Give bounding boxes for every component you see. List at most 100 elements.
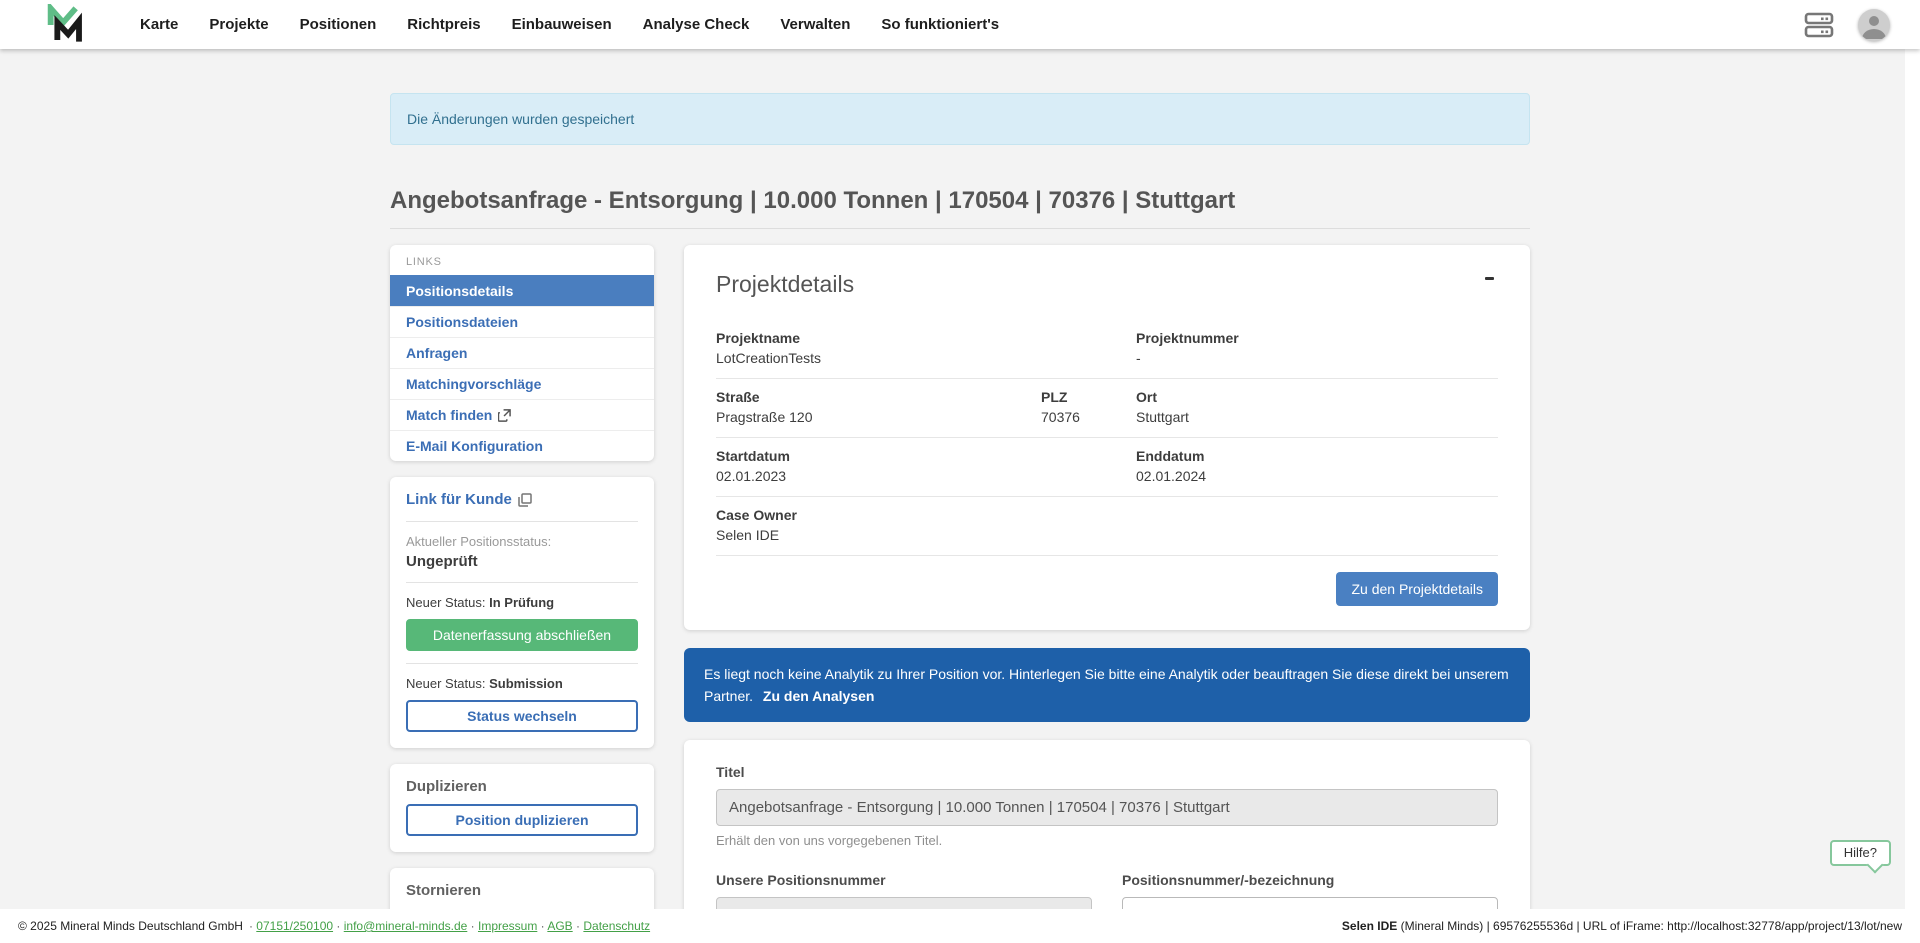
sidebar-link[interactable]: Positionsdetails bbox=[390, 275, 654, 306]
detail-field-label: Straße bbox=[716, 389, 1041, 405]
duplicate-card-title: Duplizieren bbox=[406, 778, 638, 795]
next-status-value-1: In Prüfung bbox=[489, 595, 554, 610]
title-input bbox=[716, 789, 1498, 826]
footer-separator: · bbox=[541, 919, 545, 933]
footer-session-info: Selen IDE (Mineral Minds) | 69576255536d… bbox=[1342, 919, 1902, 933]
page-content: Die Änderungen wurden gespeichert Angebo… bbox=[390, 49, 1530, 943]
user-avatar[interactable] bbox=[1858, 9, 1890, 41]
title-field-label: Titel bbox=[716, 764, 1498, 780]
detail-field-label: Enddatum bbox=[1136, 448, 1498, 464]
footer-session-details: (Mineral Minds) | 69576255536d | URL of … bbox=[1397, 919, 1902, 933]
nav-item[interactable]: Analyse Check bbox=[643, 16, 750, 33]
current-status-value: Ungeprüft bbox=[406, 553, 638, 570]
next-status-line-1: Neuer Status: In Prüfung bbox=[406, 595, 638, 610]
customer-link-label: Link für Kunde bbox=[406, 491, 512, 508]
footer-separator: · bbox=[471, 919, 475, 933]
detail-field: Ort Stuttgart bbox=[1136, 389, 1498, 425]
detail-field-value: - bbox=[1136, 350, 1498, 366]
sidebar-link[interactable]: Positionsdateien bbox=[390, 306, 654, 337]
detail-field: PLZ 70376 bbox=[1041, 389, 1136, 425]
nav-item[interactable]: Karte bbox=[140, 16, 178, 33]
sidebar-link-label: Positionsdetails bbox=[406, 283, 513, 299]
scrollbar[interactable] bbox=[1905, 49, 1920, 943]
duplicate-position-button[interactable]: Position duplizieren bbox=[406, 804, 638, 836]
footer-link[interactable]: AGB bbox=[547, 919, 572, 933]
links-card: LINKS Positionsdetails Positionsdateien bbox=[390, 245, 654, 461]
sidebar-link[interactable]: Matchingvorschläge bbox=[390, 368, 654, 399]
detail-field-label: Startdatum bbox=[716, 448, 1041, 464]
footer-link[interactable]: 07151/250100 bbox=[256, 919, 333, 933]
sidebar-link[interactable]: E-Mail Konfiguration bbox=[390, 430, 654, 461]
detail-field-label: Projektname bbox=[716, 330, 1041, 346]
page-title: Angebotsanfrage - Entsorgung | 10.000 To… bbox=[390, 187, 1530, 215]
copyright-text: © 2025 Mineral Minds Deutschland GmbH bbox=[18, 919, 243, 933]
detail-field: Case Owner Selen IDE bbox=[716, 507, 1041, 543]
detail-field-value: 02.01.2023 bbox=[716, 468, 1041, 484]
collapse-icon[interactable] bbox=[1481, 271, 1498, 286]
detail-row: Case Owner Selen IDE bbox=[716, 497, 1498, 556]
detail-field-label: Ort bbox=[1136, 389, 1498, 405]
cancel-card-title: Stornieren bbox=[406, 882, 638, 899]
external-link-icon bbox=[498, 409, 511, 422]
footer-left: © 2025 Mineral Minds Deutschland GmbH · … bbox=[18, 919, 650, 933]
detail-row: Straße Pragstraße 120 PLZ 70376 bbox=[716, 379, 1498, 438]
sidebar-link[interactable]: Match finden bbox=[390, 399, 654, 430]
detail-field: Straße Pragstraße 120 bbox=[716, 389, 1041, 425]
nav-item[interactable]: Projekte bbox=[209, 16, 268, 33]
sidebar-link-label: Matchingvorschläge bbox=[406, 376, 541, 392]
detail-field-value: Selen IDE bbox=[716, 527, 1041, 543]
nav-item[interactable]: Positionen bbox=[300, 16, 377, 33]
avatar-icon bbox=[1858, 9, 1890, 41]
divider bbox=[406, 521, 638, 522]
analytics-info-banner: Es liegt noch keine Analytik zu Ihrer Po… bbox=[684, 648, 1530, 722]
complete-data-entry-button[interactable]: Datenerfassung abschließen bbox=[406, 619, 638, 651]
our-position-number-label: Unsere Positionsnummer bbox=[716, 872, 1092, 888]
next-status-value-2: Submission bbox=[489, 676, 563, 691]
save-success-alert: Die Änderungen wurden gespeichert bbox=[390, 93, 1530, 145]
top-navbar: Karte Projekte Positionen Richtpreis Ein… bbox=[0, 0, 1920, 49]
go-to-analyses-link[interactable]: Zu den Analysen bbox=[763, 688, 875, 704]
divider bbox=[406, 663, 638, 664]
nav-item[interactable]: Verwalten bbox=[780, 16, 850, 33]
nav-item[interactable]: Einbauweisen bbox=[512, 16, 612, 33]
project-details-title: Projektdetails bbox=[716, 271, 854, 298]
footer-user: Selen IDE bbox=[1342, 919, 1397, 933]
status-card: Link für Kunde Aktueller Positionsstatus… bbox=[390, 477, 654, 748]
help-button[interactable]: Hilfe? bbox=[1830, 840, 1891, 866]
main-nav: Karte Projekte Positionen Richtpreis Ein… bbox=[140, 16, 999, 33]
position-number-label: Positionsnummer/-bezeichnung bbox=[1122, 872, 1498, 888]
links-card-header: LINKS bbox=[390, 245, 654, 275]
duplicate-card: Duplizieren Position duplizieren bbox=[390, 764, 654, 852]
next-status-line-2: Neuer Status: Submission bbox=[406, 676, 638, 691]
header-actions bbox=[1804, 9, 1890, 41]
sidebar-link[interactable]: Anfragen bbox=[390, 337, 654, 368]
detail-field: Enddatum 02.01.2024 bbox=[1136, 448, 1498, 484]
go-to-project-details-button[interactable]: Zu den Projektdetails bbox=[1336, 572, 1498, 606]
footer-link[interactable]: info@mineral-minds.de bbox=[344, 919, 468, 933]
nav-item[interactable]: So funktioniert's bbox=[881, 16, 999, 33]
mineral-minds-logo-icon[interactable] bbox=[44, 4, 84, 46]
footer-link[interactable]: Datenschutz bbox=[583, 919, 650, 933]
detail-field-label: PLZ bbox=[1041, 389, 1136, 405]
title-helper-text: Erhält den von uns vorgegebenen Titel. bbox=[716, 833, 1498, 848]
detail-row: Projektname LotCreationTests Projektnumm… bbox=[716, 320, 1498, 379]
detail-field: Projektname LotCreationTests bbox=[716, 330, 1041, 366]
title-divider bbox=[390, 228, 1530, 229]
nav-item[interactable]: Richtpreis bbox=[407, 16, 480, 33]
detail-field-value: Stuttgart bbox=[1136, 409, 1498, 425]
footer-link[interactable]: Impressum bbox=[478, 919, 537, 933]
sidebar-link-label: E-Mail Konfiguration bbox=[406, 438, 543, 454]
divider bbox=[406, 582, 638, 583]
app-viewport: Karte Projekte Positionen Richtpreis Ein… bbox=[0, 0, 1920, 943]
main-column: Projektdetails Projektname bbox=[684, 245, 1530, 943]
detail-field: Startdatum 02.01.2023 bbox=[716, 448, 1041, 484]
switch-status-button[interactable]: Status wechseln bbox=[406, 700, 638, 732]
server-stack-icon[interactable] bbox=[1804, 11, 1834, 39]
copy-icon bbox=[518, 493, 532, 507]
customer-link[interactable]: Link für Kunde bbox=[406, 491, 532, 508]
detail-field-label: Case Owner bbox=[716, 507, 1041, 523]
sidebar-link-label: Match finden bbox=[406, 407, 492, 423]
sidebar-link-label: Anfragen bbox=[406, 345, 467, 361]
detail-field: Projektnummer - bbox=[1136, 330, 1498, 366]
footer-separator: · bbox=[576, 919, 580, 933]
